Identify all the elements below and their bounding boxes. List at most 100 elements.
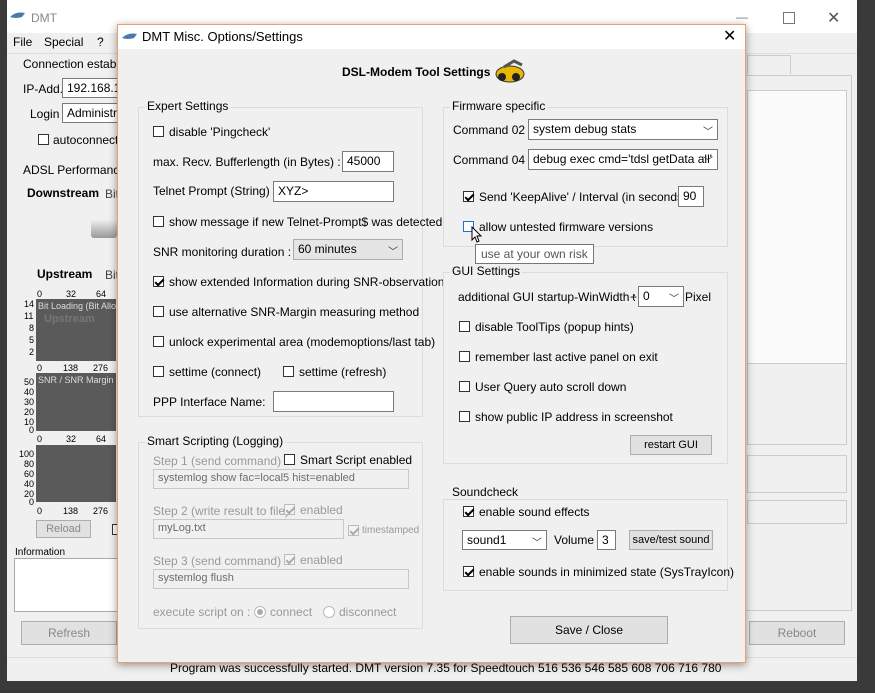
timestamped-checkbox[interactable] [348,525,359,536]
dialog-heading: DSL-Modem Tool Settings [342,65,491,79]
menu-special[interactable]: Special [44,35,83,49]
step3-label: Step 3 (send command) [153,554,282,568]
chart1-y-0: 14 [24,299,35,309]
disable-pingcheck-label[interactable]: disable 'Pingcheck' [169,125,270,139]
settime-refresh-label[interactable]: settime (refresh) [299,365,386,379]
sound-select[interactable]: sound1 ﹀ [462,530,547,550]
autoscroll-checkbox[interactable] [459,381,470,392]
remember-panel-checkbox[interactable] [459,351,470,362]
menu-file[interactable]: File [13,35,32,49]
disable-tooltips-checkbox[interactable] [459,321,470,332]
command02-select[interactable]: system debug stats ﹀ [528,119,718,140]
public-ip-label[interactable]: show public IP address in screenshot [475,410,673,424]
disconnect-radio[interactable] [323,606,335,618]
minimized-sound-checkbox[interactable] [463,566,474,577]
keepalive-input[interactable]: 90 [678,186,704,207]
alt-snr-checkbox[interactable] [153,306,164,317]
chart1-x-top-1: 32 [66,289,77,299]
step3-enabled-label[interactable]: enabled [300,553,343,567]
ppp-interface-label: PPP Interface Name: [153,395,266,409]
dmt-app-icon [10,12,25,18]
alt-snr-label[interactable]: use alternative SNR-Margin measuring met… [169,305,419,319]
chart2-y-5: 0 [29,425,35,435]
settime-refresh-checkbox[interactable] [283,366,294,377]
restart-gui-button[interactable]: restart GUI [630,435,712,455]
dialog-app-icon [122,33,137,39]
upstream-label: Upstream [37,267,93,281]
chart1-overlay: Upstream [44,313,95,325]
smart-script-enabled-checkbox[interactable] [284,454,295,465]
show-extended-label[interactable]: show extended Information during SNR-obs… [169,275,444,289]
disconnect-label[interactable]: disconnect [339,605,396,619]
chevron-down-icon: ﹀ [669,294,679,305]
step2-input[interactable]: myLog.txt [153,519,344,539]
chevron-down-icon: ﹀ [388,247,398,258]
smart-script-enabled-label[interactable]: Smart Script enabled [300,453,412,467]
step3-enabled-checkbox[interactable] [284,554,295,565]
bufferlength-input[interactable]: 45000 [342,151,394,172]
chart2-x-0: 0 [37,434,43,444]
right-panel-box-2 [747,363,847,445]
settime-connect-label[interactable]: settime (connect) [169,365,261,379]
close-icon[interactable]: ✕ [827,8,840,28]
save-test-sound-button[interactable]: save/test sound [629,530,713,550]
login-label: Login [30,107,60,121]
autoscroll-label[interactable]: User Query auto scroll down [475,380,626,394]
step2-enabled-checkbox[interactable] [284,504,295,515]
settime-connect-checkbox[interactable] [153,366,164,377]
volume-input[interactable]: 3 [597,530,616,550]
winwidth-select[interactable]: 0 ﹀ [638,286,684,307]
chart1-y-3: 5 [29,335,35,345]
right-panel-tab[interactable] [747,55,791,74]
login-input[interactable]: Administrat [62,103,122,123]
refresh-button[interactable]: Refresh [21,621,117,645]
main-window-title: DMT [31,11,57,25]
keepalive-checkbox[interactable] [463,191,474,202]
chart2-y-3: 20 [24,407,35,417]
command02-value: system debug stats [533,122,637,136]
autoconnect-checkbox[interactable] [38,134,49,145]
save-close-button[interactable]: Save / Close [510,616,668,644]
telnet-prompt-input[interactable]: XYZ> [273,181,394,202]
reboot-button[interactable]: Reboot [749,621,845,645]
dialog-close-icon[interactable]: ✕ [723,26,736,46]
minimize-icon[interactable]: — [736,10,748,24]
enable-sound-label[interactable]: enable sound effects [479,505,590,519]
chart2-x-1: 32 [66,434,77,444]
step3-input[interactable]: systemlog flush [153,569,409,589]
ip-input[interactable]: 192.168.1. [62,78,122,98]
unlock-experimental-checkbox[interactable] [153,336,164,347]
chart1-x-0: 0 [37,363,43,373]
minimized-sound-label[interactable]: enable sounds in minimized state (SysTra… [479,565,734,579]
timestamped-label[interactable]: timestamped [362,525,419,536]
untested-firmware-label[interactable]: allow untested firmware versions [479,220,653,234]
step1-input[interactable]: systemlog show fac=local5 hist=enabled [153,469,409,489]
chart1-y-1: 11 [24,311,34,321]
telnet-prompt-label: Telnet Prompt (String) : [153,184,277,198]
command04-select[interactable]: debug exec cmd='tdsl getData all' ﹀ [528,149,718,170]
keepalive-label[interactable]: Send 'KeepAlive' / Interval (in seconds)… [479,190,694,204]
chart2-y-0: 50 [24,377,35,387]
show-extended-checkbox[interactable] [153,276,164,287]
disable-pingcheck-checkbox[interactable] [153,126,164,137]
show-message-label[interactable]: show message if new Telnet-Prompt$ was d… [169,215,442,229]
snr-duration-select[interactable]: 60 minutes ﹀ [293,239,403,260]
enable-sound-checkbox[interactable] [463,506,474,517]
command02-label: Command 02 : [453,123,532,137]
connect-radio[interactable] [254,606,266,618]
maximize-icon[interactable] [783,12,795,24]
reload-button[interactable]: Reload [36,520,91,538]
step2-enabled-label[interactable]: enabled [300,503,343,517]
disable-tooltips-label[interactable]: disable ToolTips (popup hints) [475,320,634,334]
remember-panel-label[interactable]: remember last active panel on exit [475,350,658,364]
ppp-interface-input[interactable] [273,391,394,412]
unlock-experimental-label[interactable]: unlock experimental area (modemoptions/l… [169,335,435,349]
command04-label: Command 04 : [453,153,532,167]
connect-label[interactable]: connect [270,605,312,619]
show-message-checkbox[interactable] [153,216,164,227]
tooltip: use at your own risk [475,244,594,264]
right-panel-box-1 [747,90,847,364]
information-box[interactable] [14,558,120,612]
menu-help[interactable]: ? [97,35,104,49]
public-ip-checkbox[interactable] [459,411,470,422]
